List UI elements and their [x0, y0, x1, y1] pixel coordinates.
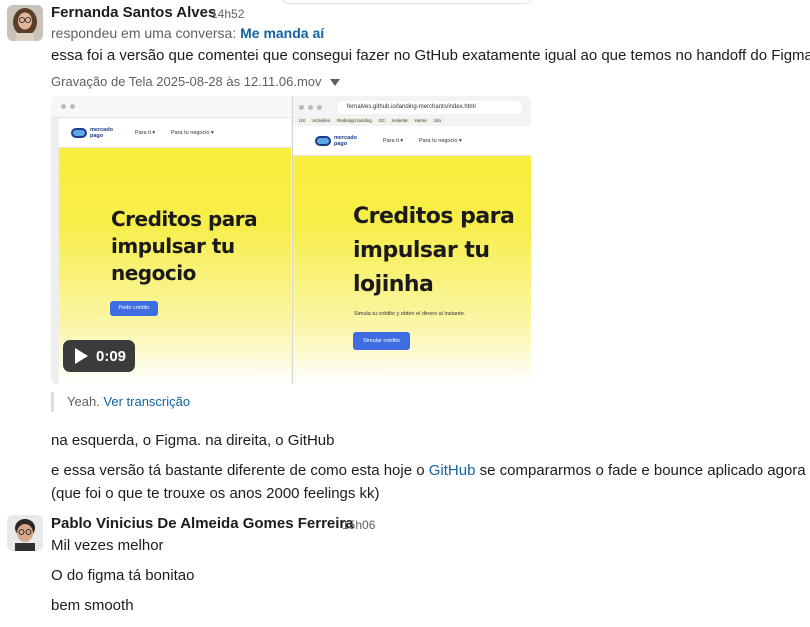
message-text: na esquerda, o Figma. na direita, o GitH…	[51, 432, 335, 449]
nav-para-ti: Para ti ▾	[383, 138, 404, 144]
reload-icon	[317, 105, 322, 110]
message-text-part: se compararmos o fade e bounce aplicado …	[475, 462, 806, 479]
bookmark-item: SC	[376, 117, 388, 123]
play-icon	[75, 348, 88, 364]
nav-para-tu-negocio: Para tu negocio ▾	[171, 130, 214, 136]
message-timestamp[interactable]: 15h06	[342, 518, 375, 532]
message-text: essa foi a versão que comentei que conse…	[51, 47, 810, 64]
play-button[interactable]: 0:09	[63, 340, 135, 372]
right-subtitle: Simula tu crédito y obtén el dinero al i…	[354, 311, 466, 317]
avatar-fernanda-image	[7, 5, 43, 41]
message-text: Mil vezes melhor	[51, 537, 164, 554]
video-right-pane: fernalves.github.io/landing-merchants/in…	[292, 96, 531, 384]
browser-url-bar: fernalves.github.io/landing-merchants/in…	[337, 101, 522, 114]
left-cta-button: Pedir crédito	[110, 301, 158, 316]
logo-text: mercado pago	[90, 127, 113, 139]
avatar-fernanda[interactable]	[7, 5, 43, 41]
avatar-pablo-image	[7, 515, 43, 551]
nav-para-ti: Para ti ▾	[135, 130, 156, 136]
message-timestamp[interactable]: 14h52	[211, 7, 244, 21]
handshake-logo-icon	[315, 136, 331, 146]
bookmarks-bar: UX Activities Redesign landing SC Holent…	[293, 114, 531, 126]
avatar-pablo[interactable]	[7, 515, 43, 551]
logo-text: mercado pago	[334, 135, 357, 147]
thread-top-edge	[282, 0, 532, 4]
video-attachment[interactable]: mercado pago Para ti ▾ Para tu negocio ▾…	[51, 96, 531, 384]
back-icon	[299, 105, 304, 110]
message-text: bem smooth	[51, 597, 134, 614]
handshake-logo-icon	[71, 128, 87, 138]
browser-dot-icon	[61, 104, 66, 109]
transcript-preview: Yeah.	[67, 394, 100, 409]
replied-prefix: respondeu em uma conversa:	[51, 25, 237, 41]
browser-dot-icon	[70, 104, 75, 109]
author-name[interactable]: Fernanda Santos Alves	[51, 4, 216, 21]
chevron-down-icon[interactable]	[329, 78, 340, 86]
right-site-nav: mercado pago Para ti ▾ Para tu negocio ▾	[293, 126, 531, 156]
replied-in-thread: respondeu em uma conversa: Me manda aí	[51, 25, 324, 41]
bookmark-item: UX	[297, 117, 308, 123]
right-headline: Creditos para impulsar tu lojinha	[353, 204, 515, 297]
transcript-block: Yeah. Ver transcrição	[51, 392, 190, 412]
mercado-pago-logo: mercado pago	[71, 127, 114, 139]
bookmark-item: Jira	[431, 117, 443, 123]
view-transcript-link[interactable]: Ver transcrição	[103, 394, 190, 409]
bookmark-item: Home	[412, 117, 429, 123]
attachment-file-name[interactable]: Gravação de Tela 2025-08-28 às 12.11.06.…	[51, 74, 322, 89]
author-name[interactable]: Pablo Vinicius De Almeida Gomes Ferreira	[51, 515, 354, 532]
left-headline: Creditos para impulsar tu negocio	[111, 207, 258, 285]
forward-icon	[308, 105, 313, 110]
video-duration: 0:09	[96, 347, 127, 365]
attachment-header[interactable]: Gravação de Tela 2025-08-28 às 12.11.06.…	[51, 74, 340, 89]
mercado-pago-logo: mercado pago	[315, 135, 358, 147]
left-site-nav: mercado pago Para ti ▾ Para tu negocio ▾	[59, 118, 291, 148]
bookmark-item: Activities	[310, 117, 333, 123]
thread-link[interactable]: Me manda aí	[240, 25, 324, 41]
nav-para-tu-negocio: Para tu negocio ▾	[419, 138, 462, 144]
right-cta-button: Simular crédito	[353, 332, 410, 350]
message-text: (que foi o que te trouxe os anos 2000 fe…	[51, 485, 380, 502]
github-link[interactable]: GitHub	[429, 462, 476, 479]
message-text: e essa versão tá bastante diferente de c…	[51, 460, 806, 482]
left-browser-chrome	[51, 96, 291, 118]
left-sidebar-strip	[51, 118, 59, 384]
message-text-part: e essa versão tá bastante diferente de c…	[51, 462, 429, 479]
bookmark-item: Redesign landing	[335, 117, 374, 123]
message-text: O do figma tá bonitao	[51, 567, 195, 584]
bookmark-item: Holente	[390, 117, 410, 123]
